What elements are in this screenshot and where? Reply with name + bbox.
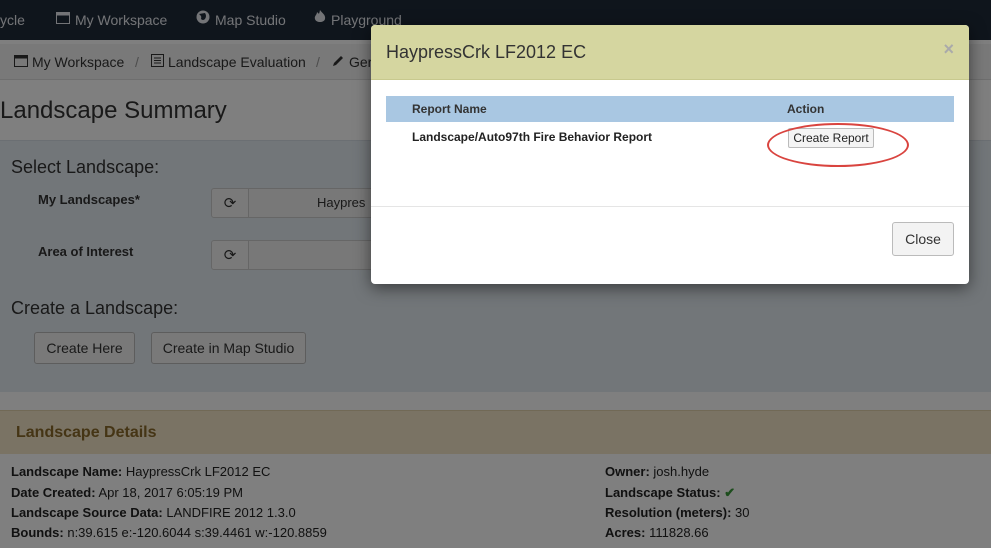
modal-footer-divider <box>371 206 969 207</box>
column-header-action: Action <box>787 102 825 116</box>
modal-header: HaypressCrk LF2012 EC × <box>371 25 969 80</box>
report-name-cell: Landscape/Auto97th Fire Behavior Report <box>412 130 653 144</box>
column-header-report-name: Report Name <box>412 102 487 116</box>
highlight-annotation <box>767 123 909 167</box>
close-button[interactable]: Close <box>892 222 954 256</box>
report-modal: HaypressCrk LF2012 EC × Report Name Acti… <box>371 25 969 284</box>
modal-title: HaypressCrk LF2012 EC <box>386 42 587 62</box>
report-table-header: Report Name Action <box>386 96 954 122</box>
close-icon[interactable]: × <box>943 39 954 60</box>
